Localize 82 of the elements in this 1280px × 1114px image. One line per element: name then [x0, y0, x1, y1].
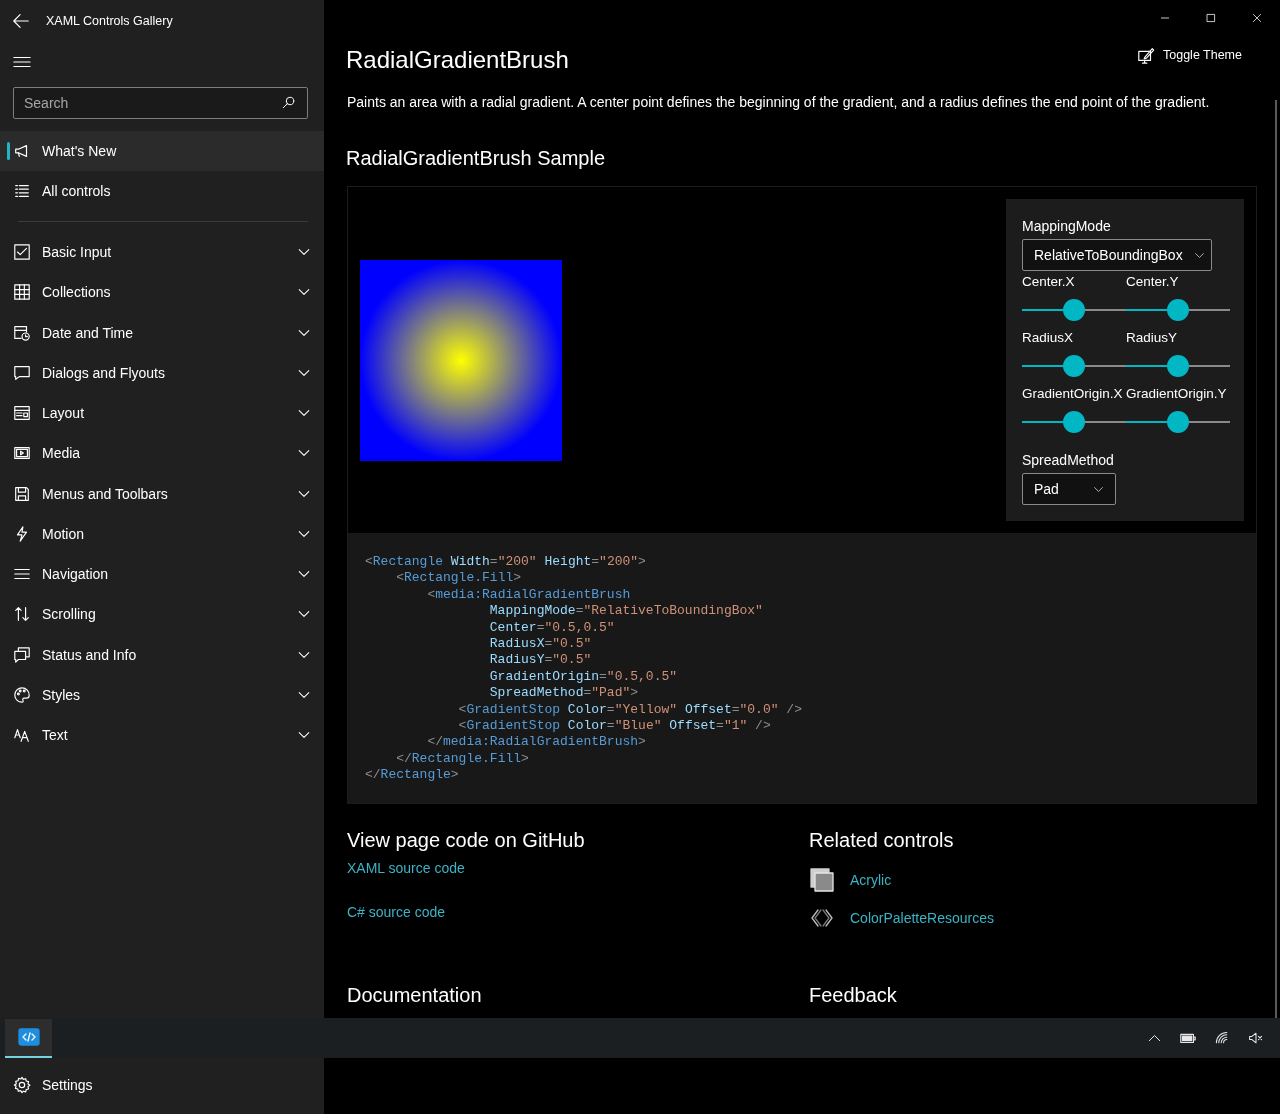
gear-icon	[13, 1076, 31, 1094]
slider-label: GradientOrigin.X	[1022, 385, 1124, 403]
code-line: SpreadMethod="Pad">	[488, 685, 639, 702]
speaker-muted-icon[interactable]	[1248, 1030, 1264, 1046]
font-size-icon	[13, 726, 31, 745]
section-heading: Related controls	[809, 827, 955, 853]
list-icon	[13, 182, 31, 200]
layout-icon	[13, 404, 31, 423]
code-line: <GradientStop Color="Yellow" Offset="0.0" />	[457, 701, 802, 719]
nav-item[interactable]: What's New	[0, 131, 324, 171]
slider-label: GradientOrigin.Y	[1126, 385, 1228, 403]
dropdown[interactable]: Pad	[1022, 473, 1116, 505]
checkbox-icon	[13, 243, 31, 262]
option-label: SpreadMethod	[1022, 451, 1115, 470]
code-line: RadiusX="0.5"	[488, 636, 592, 653]
slider-thumb[interactable]	[1167, 411, 1189, 433]
search-field[interactable]: Search	[13, 87, 308, 119]
wifi-icon[interactable]	[1214, 1030, 1230, 1046]
slider-thumb[interactable]	[1063, 299, 1085, 321]
code-line: </Rectangle>	[365, 767, 459, 784]
stacked-squares-icon	[809, 866, 835, 893]
scrollbar-thumb[interactable]	[1275, 100, 1277, 1018]
settings-item[interactable]: Settings	[0, 1065, 324, 1105]
dropdown[interactable]: RelativeToBoundingBox	[1022, 239, 1212, 271]
code-line: MappingMode="RelativeToBoundingBox"	[488, 603, 763, 620]
section-heading: Documentation	[347, 982, 483, 1008]
code-line: Center="0.5,0.5"	[488, 619, 615, 637]
option-label: MappingMode	[1022, 217, 1112, 236]
description: Paints an area with a radial gradient. A center point defines the beginning of the gradient, and a radius defines the end point of the gradient.	[347, 93, 1211, 112]
slider-label: Center.X	[1022, 273, 1076, 291]
slider-thumb[interactable]	[1063, 411, 1085, 433]
nav-item[interactable]: Scrolling	[0, 594, 324, 635]
nav-item[interactable]: Collections	[0, 272, 324, 313]
window-title: XAML Controls Gallery	[46, 14, 173, 28]
back-button[interactable]	[12, 12, 30, 30]
code-line: <Rectangle Width="200" Height="200">	[365, 554, 646, 571]
grid-icon	[13, 283, 31, 302]
link[interactable]: Acrylic	[850, 869, 892, 890]
nav-item[interactable]: Status and Info	[0, 634, 324, 675]
slider-label: Center.Y	[1126, 273, 1180, 291]
code-line: RadiusY="0.5"	[488, 652, 592, 669]
slider-thumb[interactable]	[1167, 299, 1189, 321]
nav-item[interactable]: Layout	[0, 393, 324, 434]
nav-item[interactable]: All controls	[0, 171, 324, 211]
toggle-theme-button[interactable]: Toggle Theme	[1137, 41, 1242, 69]
code-line: </Rectangle.Fill>	[395, 750, 529, 768]
code-line: <GradientStop Color="Blue" Offset="1" />	[457, 718, 771, 735]
code-line: GradientOrigin="0.5,0.5"	[488, 668, 678, 686]
section-heading: RadialGradientBrush Sample	[346, 146, 607, 171]
code-line: </media:RadialGradientBrush>	[426, 734, 646, 751]
code-line: <Rectangle.Fill>	[395, 570, 522, 587]
section-heading: View page code on GitHub	[347, 827, 586, 853]
slider-label: RadiusY	[1126, 329, 1179, 347]
close-icon[interactable]	[1251, 12, 1263, 24]
page-title: RadialGradientBrush	[346, 45, 569, 75]
nav-item[interactable]: Text	[0, 715, 324, 756]
maximize-icon[interactable]	[1205, 12, 1217, 24]
up-down-arrows-icon	[13, 605, 31, 624]
code-window-icon	[17, 1026, 40, 1048]
link[interactable]: ColorPaletteResources	[850, 907, 994, 928]
nav-item[interactable]: Basic Input	[0, 232, 324, 273]
slider-label: RadiusX	[1022, 329, 1075, 347]
search-icon	[281, 95, 296, 110]
slider-thumb[interactable]	[1167, 355, 1189, 377]
nav-item[interactable]: Navigation	[0, 554, 324, 595]
nav-item[interactable]: Motion	[0, 513, 324, 554]
nav-item[interactable]: Media	[0, 433, 324, 474]
chat-bubble-icon	[13, 363, 31, 382]
nav-item[interactable]: Dialogs and Flyouts	[0, 352, 324, 393]
section-heading: Feedback	[809, 982, 898, 1008]
nav-item[interactable]: Date and Time	[0, 312, 324, 353]
code-line: <media:RadialGradientBrush	[426, 586, 631, 604]
nav-item[interactable]: Styles	[0, 674, 324, 715]
taskbar-app-button[interactable]	[5, 1018, 52, 1058]
chat-bubbles-icon	[13, 645, 31, 664]
brush-icon	[1137, 46, 1155, 64]
palette-icon	[13, 685, 31, 704]
nav-item[interactable]: Menus and Toolbars	[0, 473, 324, 514]
slider-thumb[interactable]	[1063, 355, 1085, 377]
link[interactable]: C# source code	[347, 901, 446, 922]
calendar-clock-icon	[13, 323, 31, 342]
link[interactable]: XAML source code	[347, 857, 465, 878]
